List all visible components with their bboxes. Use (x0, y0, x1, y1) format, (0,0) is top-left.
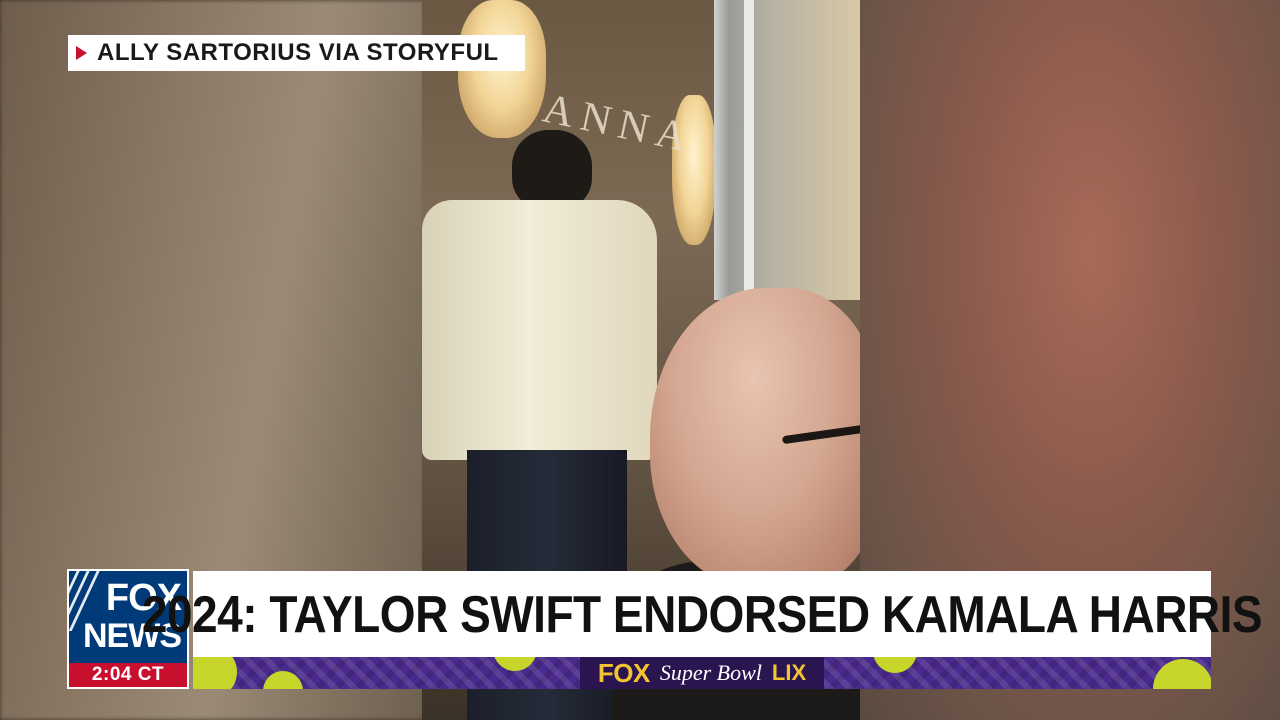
headline-text: 2024: TAYLOR SWIFT ENDORSED KAMALA HARRI… (141, 584, 1263, 644)
credit-text: ALLY SARTORIUS VIA STORYFUL (97, 39, 499, 66)
broadcast-clock: 2:04 CT (69, 663, 187, 687)
super-bowl-promo-bar: FOX Super Bowl LIX (193, 657, 1211, 689)
promo-fox-text: FOX (597, 657, 650, 688)
headline-bar: 2024: TAYLOR SWIFT ENDORSED KAMALA HARRI… (142, 571, 1263, 657)
promo-super-bowl-text: Super Bowl (659, 660, 762, 685)
video-credit-label: ALLY SARTORIUS VIA STORYFUL (68, 35, 525, 71)
promo-logo: FOX Super Bowl LIX (579, 657, 825, 689)
promo-lix-text: LIX (771, 660, 807, 685)
person-white-shirt (422, 200, 657, 460)
promo-decoration-circle (193, 657, 237, 689)
play-triangle-icon (76, 46, 87, 60)
window-frame (714, 0, 862, 300)
bystander-bald-head (650, 288, 862, 588)
person-head (512, 130, 592, 210)
